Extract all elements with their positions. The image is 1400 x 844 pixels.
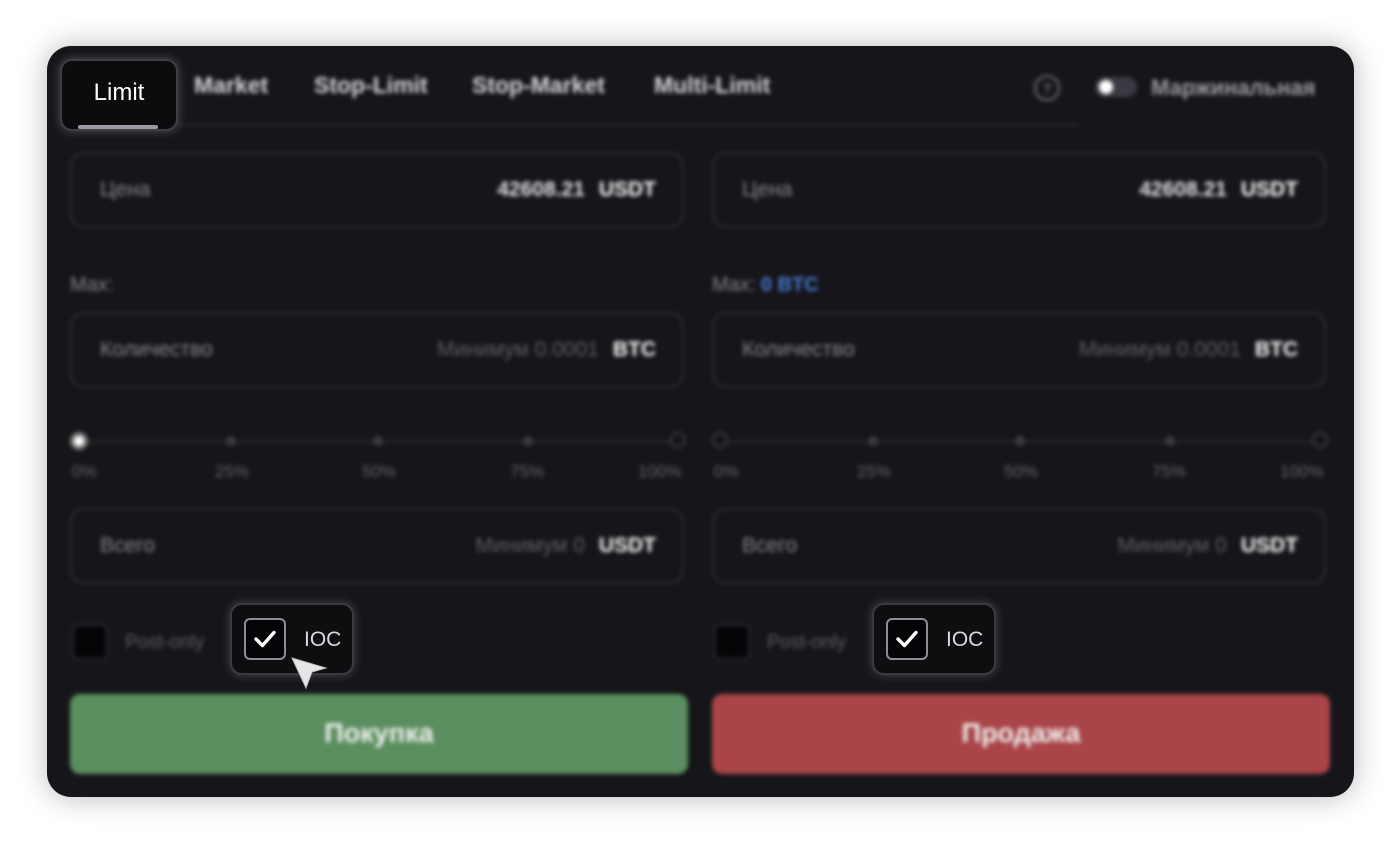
sell-ioc-label: IOC bbox=[946, 628, 984, 651]
buy-quantity-label: Количество bbox=[100, 338, 213, 361]
sell-total-unit: USDT bbox=[1240, 534, 1298, 557]
sell-price-value: 42608.21 bbox=[1139, 178, 1227, 201]
buy-quantity-hint: Минимум 0.0001 bbox=[436, 338, 599, 361]
sell-ioc-checkbox[interactable]: IOC bbox=[872, 603, 996, 675]
tab-limit[interactable]: Limit bbox=[60, 59, 178, 131]
checkbox-box[interactable] bbox=[244, 618, 286, 660]
slider-tick: 50% bbox=[1004, 462, 1039, 481]
buy-price-value: 42608.21 bbox=[497, 178, 585, 201]
sell-price-field[interactable]: Цена 42608.21 USDT bbox=[712, 152, 1326, 228]
buy-percent-slider[interactable]: 0% 25% 50% 75% 100% bbox=[70, 432, 686, 482]
sell-quantity-hint: Минимум 0.0001 bbox=[1078, 338, 1241, 361]
slider-tick: 75% bbox=[1152, 462, 1187, 481]
slider-mark-75[interactable] bbox=[1165, 436, 1175, 446]
buy-price-unit: USDT bbox=[598, 178, 656, 201]
slider-tick: 50% bbox=[362, 462, 397, 481]
slider-tick: 100% bbox=[1280, 462, 1324, 481]
slider-tick: 100% bbox=[638, 462, 682, 481]
buy-price-field[interactable]: Цена 42608.21 USDT bbox=[70, 152, 684, 228]
buy-postonly-label: Post-only bbox=[125, 632, 205, 653]
toggle-knob bbox=[1099, 80, 1113, 94]
slider-tick: 25% bbox=[857, 462, 892, 481]
tab-stop-limit[interactable]: Stop-Limit bbox=[314, 72, 428, 99]
buy-max-label: Max: bbox=[70, 274, 114, 296]
tabs-divider bbox=[177, 124, 1079, 126]
margin-toggle-label: Маржинальная bbox=[1151, 75, 1316, 100]
buy-quantity-unit: BTC bbox=[612, 338, 656, 361]
buy-button-label: Покупка bbox=[324, 718, 434, 748]
sell-total-hint: Минимум 0 bbox=[1117, 534, 1227, 557]
tab-multi-limit[interactable]: Multi-Limit bbox=[654, 72, 770, 99]
slider-mark-50[interactable] bbox=[373, 436, 383, 446]
slider-mark-100[interactable] bbox=[1312, 432, 1328, 448]
slider-tick: 25% bbox=[215, 462, 250, 481]
sell-max-label: Max: bbox=[712, 274, 756, 296]
slider-mark-75[interactable] bbox=[523, 436, 533, 446]
checkbox-box[interactable] bbox=[886, 618, 928, 660]
margin-toggle[interactable] bbox=[1095, 77, 1137, 97]
active-tab-underline bbox=[78, 125, 158, 129]
tab-stop-market[interactable]: Stop-Market bbox=[472, 72, 605, 99]
buy-button[interactable]: Покупка bbox=[70, 694, 688, 774]
buy-total-field[interactable]: Всего Минимум 0 USDT bbox=[70, 508, 684, 584]
tab-market[interactable]: Market bbox=[194, 72, 268, 99]
slider-handle[interactable] bbox=[70, 432, 88, 450]
slider-tick: 0% bbox=[714, 462, 739, 481]
buy-ioc-label: IOC bbox=[304, 628, 342, 651]
buy-total-unit: USDT bbox=[598, 534, 656, 557]
buy-total-label: Всего bbox=[100, 534, 156, 557]
question-circle-icon[interactable]: ? bbox=[1034, 75, 1060, 101]
checkmark-icon bbox=[896, 630, 918, 648]
sell-max-value: 0 BTC bbox=[760, 274, 819, 296]
buy-quantity-field[interactable]: Количество Минимум 0.0001 BTC bbox=[70, 312, 684, 388]
sell-total-label: Всего bbox=[742, 534, 798, 557]
sell-quantity-field[interactable]: Количество Минимум 0.0001 BTC bbox=[712, 312, 1326, 388]
slider-mark-25[interactable] bbox=[868, 436, 878, 446]
slider-tick: 75% bbox=[510, 462, 545, 481]
buy-price-label: Цена bbox=[100, 178, 151, 201]
sell-postonly-label: Post-only bbox=[767, 632, 847, 653]
slider-handle[interactable] bbox=[712, 432, 728, 448]
sell-price-label: Цена bbox=[742, 178, 793, 201]
sell-total-field[interactable]: Всего Минимум 0 USDT bbox=[712, 508, 1326, 584]
buy-total-hint: Минимум 0 bbox=[475, 534, 585, 557]
buy-postonly-checkbox[interactable] bbox=[72, 624, 108, 660]
slider-tick: 0% bbox=[72, 462, 97, 481]
order-form-blurred: Market Stop-Limit Stop-Market Multi-Limi… bbox=[47, 46, 1354, 797]
sell-percent-slider[interactable]: 0% 25% 50% 75% 100% bbox=[712, 432, 1328, 482]
sell-button[interactable]: Продажа bbox=[712, 694, 1330, 774]
slider-mark-50[interactable] bbox=[1015, 436, 1025, 446]
mouse-cursor-icon bbox=[291, 657, 328, 690]
slider-mark-25[interactable] bbox=[226, 436, 236, 446]
slider-mark-100[interactable] bbox=[670, 432, 686, 448]
sell-quantity-label: Количество bbox=[742, 338, 855, 361]
sell-price-unit: USDT bbox=[1240, 178, 1298, 201]
checkmark-icon bbox=[254, 630, 276, 648]
sell-quantity-unit: BTC bbox=[1254, 338, 1298, 361]
sell-max-row: Max: 0 BTC bbox=[712, 274, 819, 297]
sell-postonly-checkbox[interactable] bbox=[714, 624, 750, 660]
tab-limit-label: Limit bbox=[93, 79, 145, 106]
sell-button-label: Продажа bbox=[961, 718, 1081, 748]
buy-max-row: Max: bbox=[70, 274, 113, 297]
order-panel: Market Stop-Limit Stop-Market Multi-Limi… bbox=[47, 46, 1354, 797]
